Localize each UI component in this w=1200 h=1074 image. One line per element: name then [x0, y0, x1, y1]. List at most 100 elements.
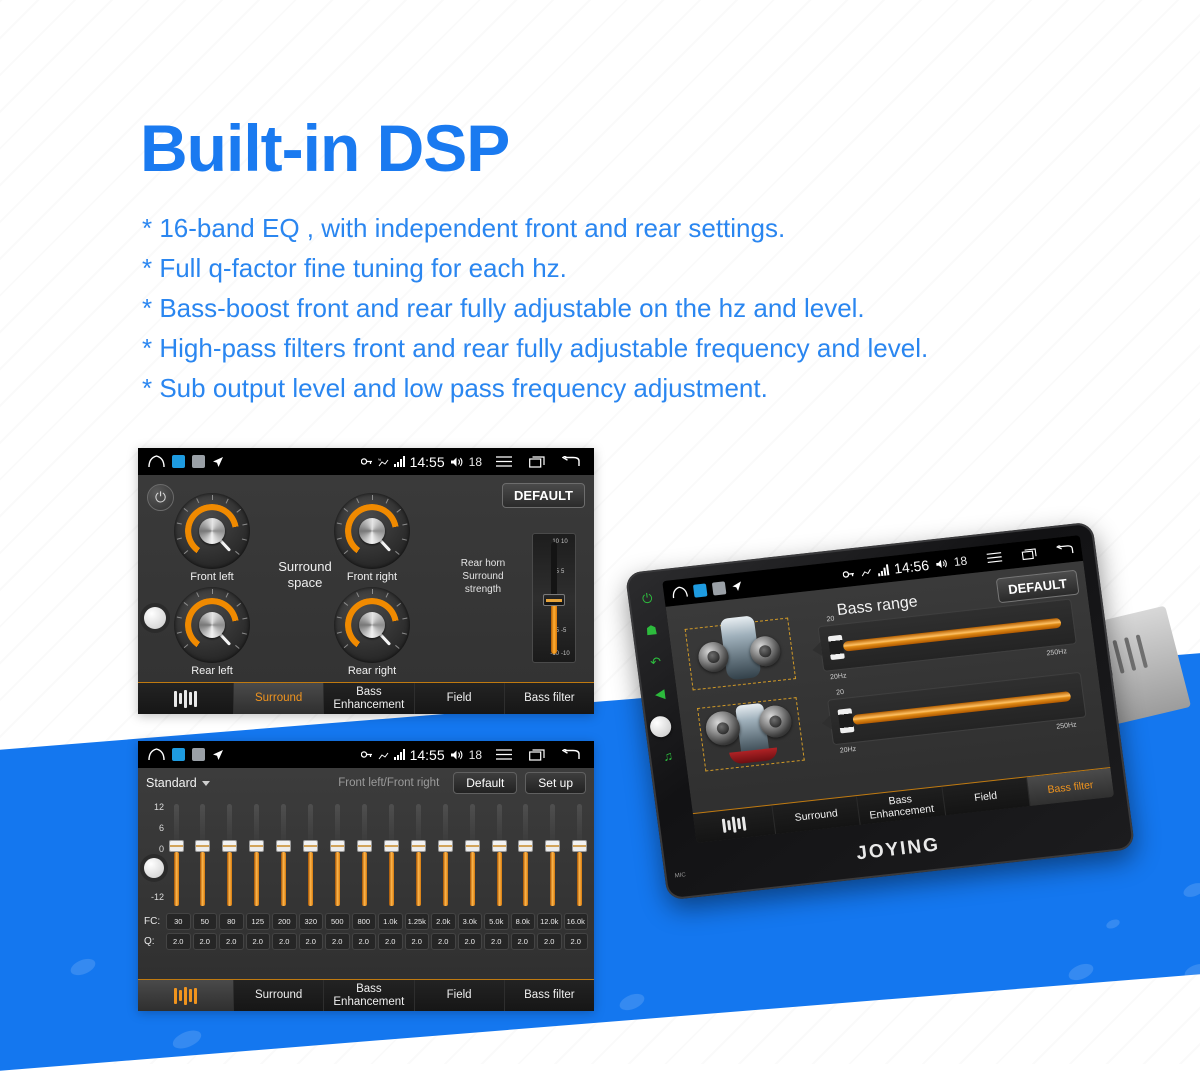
recents-icon[interactable] [1021, 547, 1037, 560]
eq-band-slider[interactable] [518, 800, 534, 910]
eq-q-cell[interactable]: 2.0 [510, 933, 535, 950]
eq-band-slider[interactable] [464, 800, 480, 910]
app-icon-grey[interactable] [711, 580, 727, 596]
eq-q-cell[interactable]: 2.0 [272, 933, 297, 950]
navigation-icon[interactable]: ◀ [654, 686, 666, 703]
eq-slider-handle[interactable] [303, 840, 319, 852]
eq-fc-cell[interactable]: 1.25k [404, 913, 429, 930]
eq-q-cell[interactable]: 2.0 [245, 933, 270, 950]
eq-band-slider[interactable] [356, 800, 372, 910]
preset-dropdown[interactable]: Standard [146, 776, 210, 790]
eq-band-slider[interactable] [437, 800, 453, 910]
eq-slider-handle[interactable] [491, 840, 507, 852]
tab-surround[interactable]: Surround [234, 683, 325, 714]
eq-band-slider[interactable] [572, 800, 588, 910]
eq-slider-handle[interactable] [545, 840, 561, 852]
recents-icon[interactable] [529, 748, 545, 761]
eq-default-button[interactable]: Default [453, 772, 518, 794]
eq-slider-handle[interactable] [330, 840, 346, 852]
tab-bass-filter[interactable]: Bass filter [505, 683, 594, 714]
eq-q-cell[interactable]: 2.0 [166, 933, 191, 950]
eq-fc-cell[interactable]: 5.0k [484, 913, 509, 930]
hardware-rotary-knob[interactable] [144, 607, 166, 629]
eq-fc-cell[interactable]: 500 [325, 913, 350, 930]
eq-fc-cell[interactable]: 1.0k [378, 913, 403, 930]
eq-band-slider[interactable] [249, 800, 265, 910]
slider-thumb[interactable] [837, 708, 855, 734]
eq-band-slider[interactable] [168, 800, 184, 910]
default-button[interactable]: DEFAULT [502, 483, 585, 508]
tab-bass-filter[interactable]: Bass filter [505, 980, 594, 1011]
app-icon-blue[interactable] [172, 748, 185, 761]
eq-q-cell[interactable]: 2.0 [431, 933, 456, 950]
app-icon-blue[interactable] [692, 582, 708, 598]
eq-q-cell[interactable]: 2.0 [457, 933, 482, 950]
eq-band-slider[interactable] [222, 800, 238, 910]
rotary-dial[interactable] [334, 493, 410, 569]
eq-setup-button[interactable]: Set up [525, 772, 586, 794]
eq-band-slider[interactable] [545, 800, 561, 910]
eq-slider-handle[interactable] [276, 840, 292, 852]
eq-slider-handle[interactable] [572, 840, 588, 852]
eq-fc-cell[interactable]: 12.0k [537, 913, 562, 930]
home-icon[interactable]: ☗ [645, 622, 659, 639]
home-icon[interactable] [148, 455, 165, 468]
eq-q-cell[interactable]: 2.0 [219, 933, 244, 950]
eq-q-cell[interactable]: 2.0 [537, 933, 562, 950]
recents-icon[interactable] [529, 455, 545, 468]
tab-surround[interactable]: Surround [234, 980, 325, 1011]
eq-fc-cell[interactable]: 3.0k [457, 913, 482, 930]
app-icon-blue[interactable] [172, 455, 185, 468]
eq-band-slider[interactable] [303, 800, 319, 910]
eq-slider-handle[interactable] [437, 840, 453, 852]
eq-band-slider[interactable] [195, 800, 211, 910]
eq-fc-cell[interactable]: 80 [219, 913, 244, 930]
eq-fc-cell[interactable]: 200 [272, 913, 297, 930]
back-icon[interactable]: ↶ [649, 654, 662, 671]
back-icon[interactable] [562, 455, 580, 468]
rear-horn-strength-slider[interactable]: 10 5 0 -5 -10 10 5 0 -5 -10 [532, 533, 576, 663]
eq-q-cell[interactable]: 2.0 [378, 933, 403, 950]
tab-equalizer[interactable] [138, 980, 234, 1011]
eq-q-cell[interactable]: 2.0 [404, 933, 429, 950]
eq-band-slider[interactable] [383, 800, 399, 910]
eq-band-slider[interactable] [330, 800, 346, 910]
eq-fc-cell[interactable]: 50 [192, 913, 217, 930]
eq-fc-cell[interactable]: 8.0k [510, 913, 535, 930]
app-icon-grey[interactable] [192, 455, 205, 468]
menu-icon[interactable] [496, 456, 512, 467]
rotary-dial[interactable] [334, 587, 410, 663]
tab-equalizer[interactable] [138, 683, 234, 714]
eq-fc-cell[interactable]: 30 [166, 913, 191, 930]
volume-down-icon[interactable]: ♫ [662, 748, 674, 764]
knob-rear-left[interactable]: Rear left [170, 587, 254, 677]
back-icon[interactable] [1055, 543, 1074, 556]
eq-slider-handle[interactable] [356, 840, 372, 852]
tab-bass-enhancement[interactable]: Bass Enhancement [324, 980, 415, 1011]
menu-icon[interactable] [986, 552, 1003, 564]
tab-field[interactable]: Field [415, 980, 505, 1011]
eq-slider-handle[interactable] [249, 840, 265, 852]
slider-thumb[interactable] [827, 634, 845, 661]
eq-q-cell[interactable]: 2.0 [563, 933, 588, 950]
home-icon[interactable] [671, 585, 688, 599]
bass-range-slider-2[interactable]: 20 20Hz 250Hz [821, 671, 1087, 755]
eq-q-cell[interactable]: 2.0 [192, 933, 217, 950]
eq-slider-handle[interactable] [222, 840, 238, 852]
app-icon-grey[interactable] [192, 748, 205, 761]
hardware-rotary-knob[interactable] [144, 858, 164, 878]
home-icon[interactable] [148, 748, 165, 761]
eq-q-cell[interactable]: 2.0 [325, 933, 350, 950]
eq-fc-cell[interactable]: 125 [245, 913, 270, 930]
eq-slider-handle[interactable] [464, 840, 480, 852]
knob-rear-right[interactable]: Rear right [330, 587, 414, 677]
eq-slider-handle[interactable] [195, 840, 211, 852]
eq-fc-cell[interactable]: 800 [351, 913, 376, 930]
tab-bass-enhancement[interactable]: Bass Enhancement [324, 683, 415, 714]
eq-slider-handle[interactable] [383, 840, 399, 852]
eq-q-cell[interactable]: 2.0 [484, 933, 509, 950]
menu-icon[interactable] [496, 749, 512, 760]
power-icon[interactable]: ⏻ [641, 590, 653, 607]
eq-fc-cell[interactable]: 2.0k [431, 913, 456, 930]
rotary-dial[interactable] [174, 493, 250, 569]
